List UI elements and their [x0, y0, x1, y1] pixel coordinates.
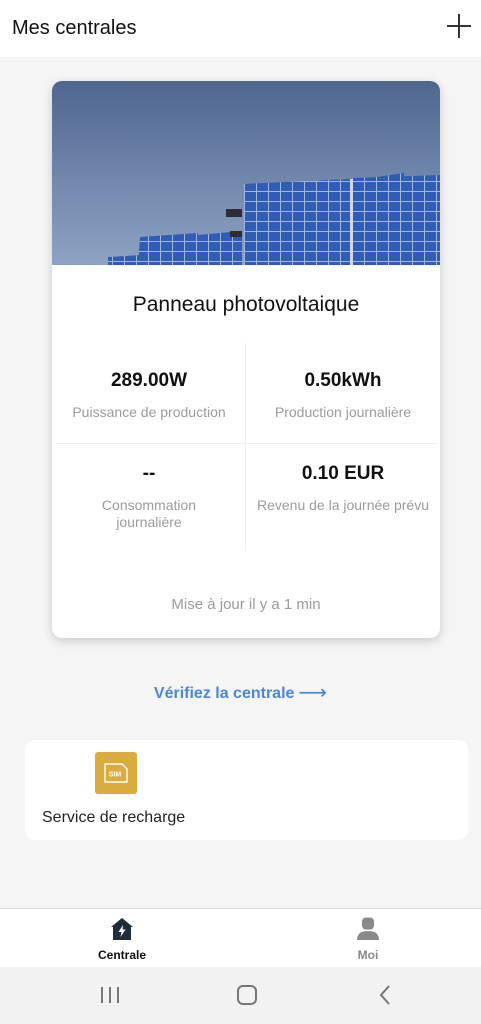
divider — [56, 443, 436, 444]
home-button[interactable] — [227, 980, 267, 1010]
stat-label: Puissance de production — [72, 404, 226, 420]
check-plant-label: Vérifiez la centrale — [153, 685, 295, 702]
stat-value: 289.00W — [110, 370, 188, 391]
stat-daily-production: 0.50kWh Production journalière — [246, 370, 440, 421]
nav-item-centrale[interactable]: Centrale — [62, 917, 182, 962]
stat-value: 0.10 EUR — [301, 463, 385, 484]
stat-value: 0.50kWh — [304, 370, 382, 391]
nav-label: Moi — [357, 948, 379, 962]
chevron-left-icon — [379, 985, 390, 1005]
stat-label: Revenu de la journée prévu — [256, 497, 429, 513]
stat-power: 289.00W Puissance de production — [52, 370, 246, 421]
add-plant-button[interactable] — [439, 6, 479, 46]
nav-item-moi[interactable]: Moi — [308, 917, 428, 962]
person-icon — [357, 917, 379, 940]
stats-grid: 289.00W Puissance de production 0.50kWh … — [52, 343, 440, 553]
plus-icon — [447, 14, 471, 38]
stat-daily-revenue: 0.10 EUR Revenu de la journée prévu — [246, 463, 440, 514]
home-square-icon — [237, 985, 257, 1005]
stat-value: -- — [142, 463, 156, 484]
plant-card[interactable]: Panneau photovoltaique 289.00W Puissance… — [52, 81, 440, 638]
stat-daily-consumption: -- Consommation journalière — [52, 463, 246, 531]
nav-label: Centrale — [97, 948, 147, 962]
sim-card-glyph: SIM — [104, 763, 128, 783]
app-header: Mes centrales — [0, 0, 481, 57]
page-title: Mes centrales — [12, 17, 137, 39]
plant-name: Panneau photovoltaique — [132, 293, 360, 316]
sim-text: SIM — [109, 772, 122, 779]
home-bolt-icon — [111, 918, 133, 940]
sim-card-icon: SIM — [95, 752, 137, 794]
app-root: Mes centrales Panneau photovoltaique 289… — [0, 0, 481, 1024]
check-plant-link[interactable]: Vérifiez la centrale ⟶ — [0, 680, 481, 705]
recent-apps-icon — [101, 987, 119, 1003]
service-label: Service de recharge — [42, 809, 186, 826]
arrow-right-icon: ⟶ — [298, 682, 328, 704]
stat-label: Consommation journalière — [101, 497, 197, 530]
stat-label: Production journalière — [274, 404, 412, 420]
recent-apps-button[interactable] — [90, 980, 130, 1010]
recharge-service-card[interactable]: SIM Service de recharge — [25, 740, 468, 840]
bottom-nav: Centrale Moi — [0, 908, 481, 967]
system-nav-bar — [0, 967, 481, 1024]
solar-panel-image — [52, 81, 440, 265]
last-updated-text: Mise à jour il y a 1 min — [171, 596, 321, 613]
back-button[interactable] — [365, 980, 405, 1010]
